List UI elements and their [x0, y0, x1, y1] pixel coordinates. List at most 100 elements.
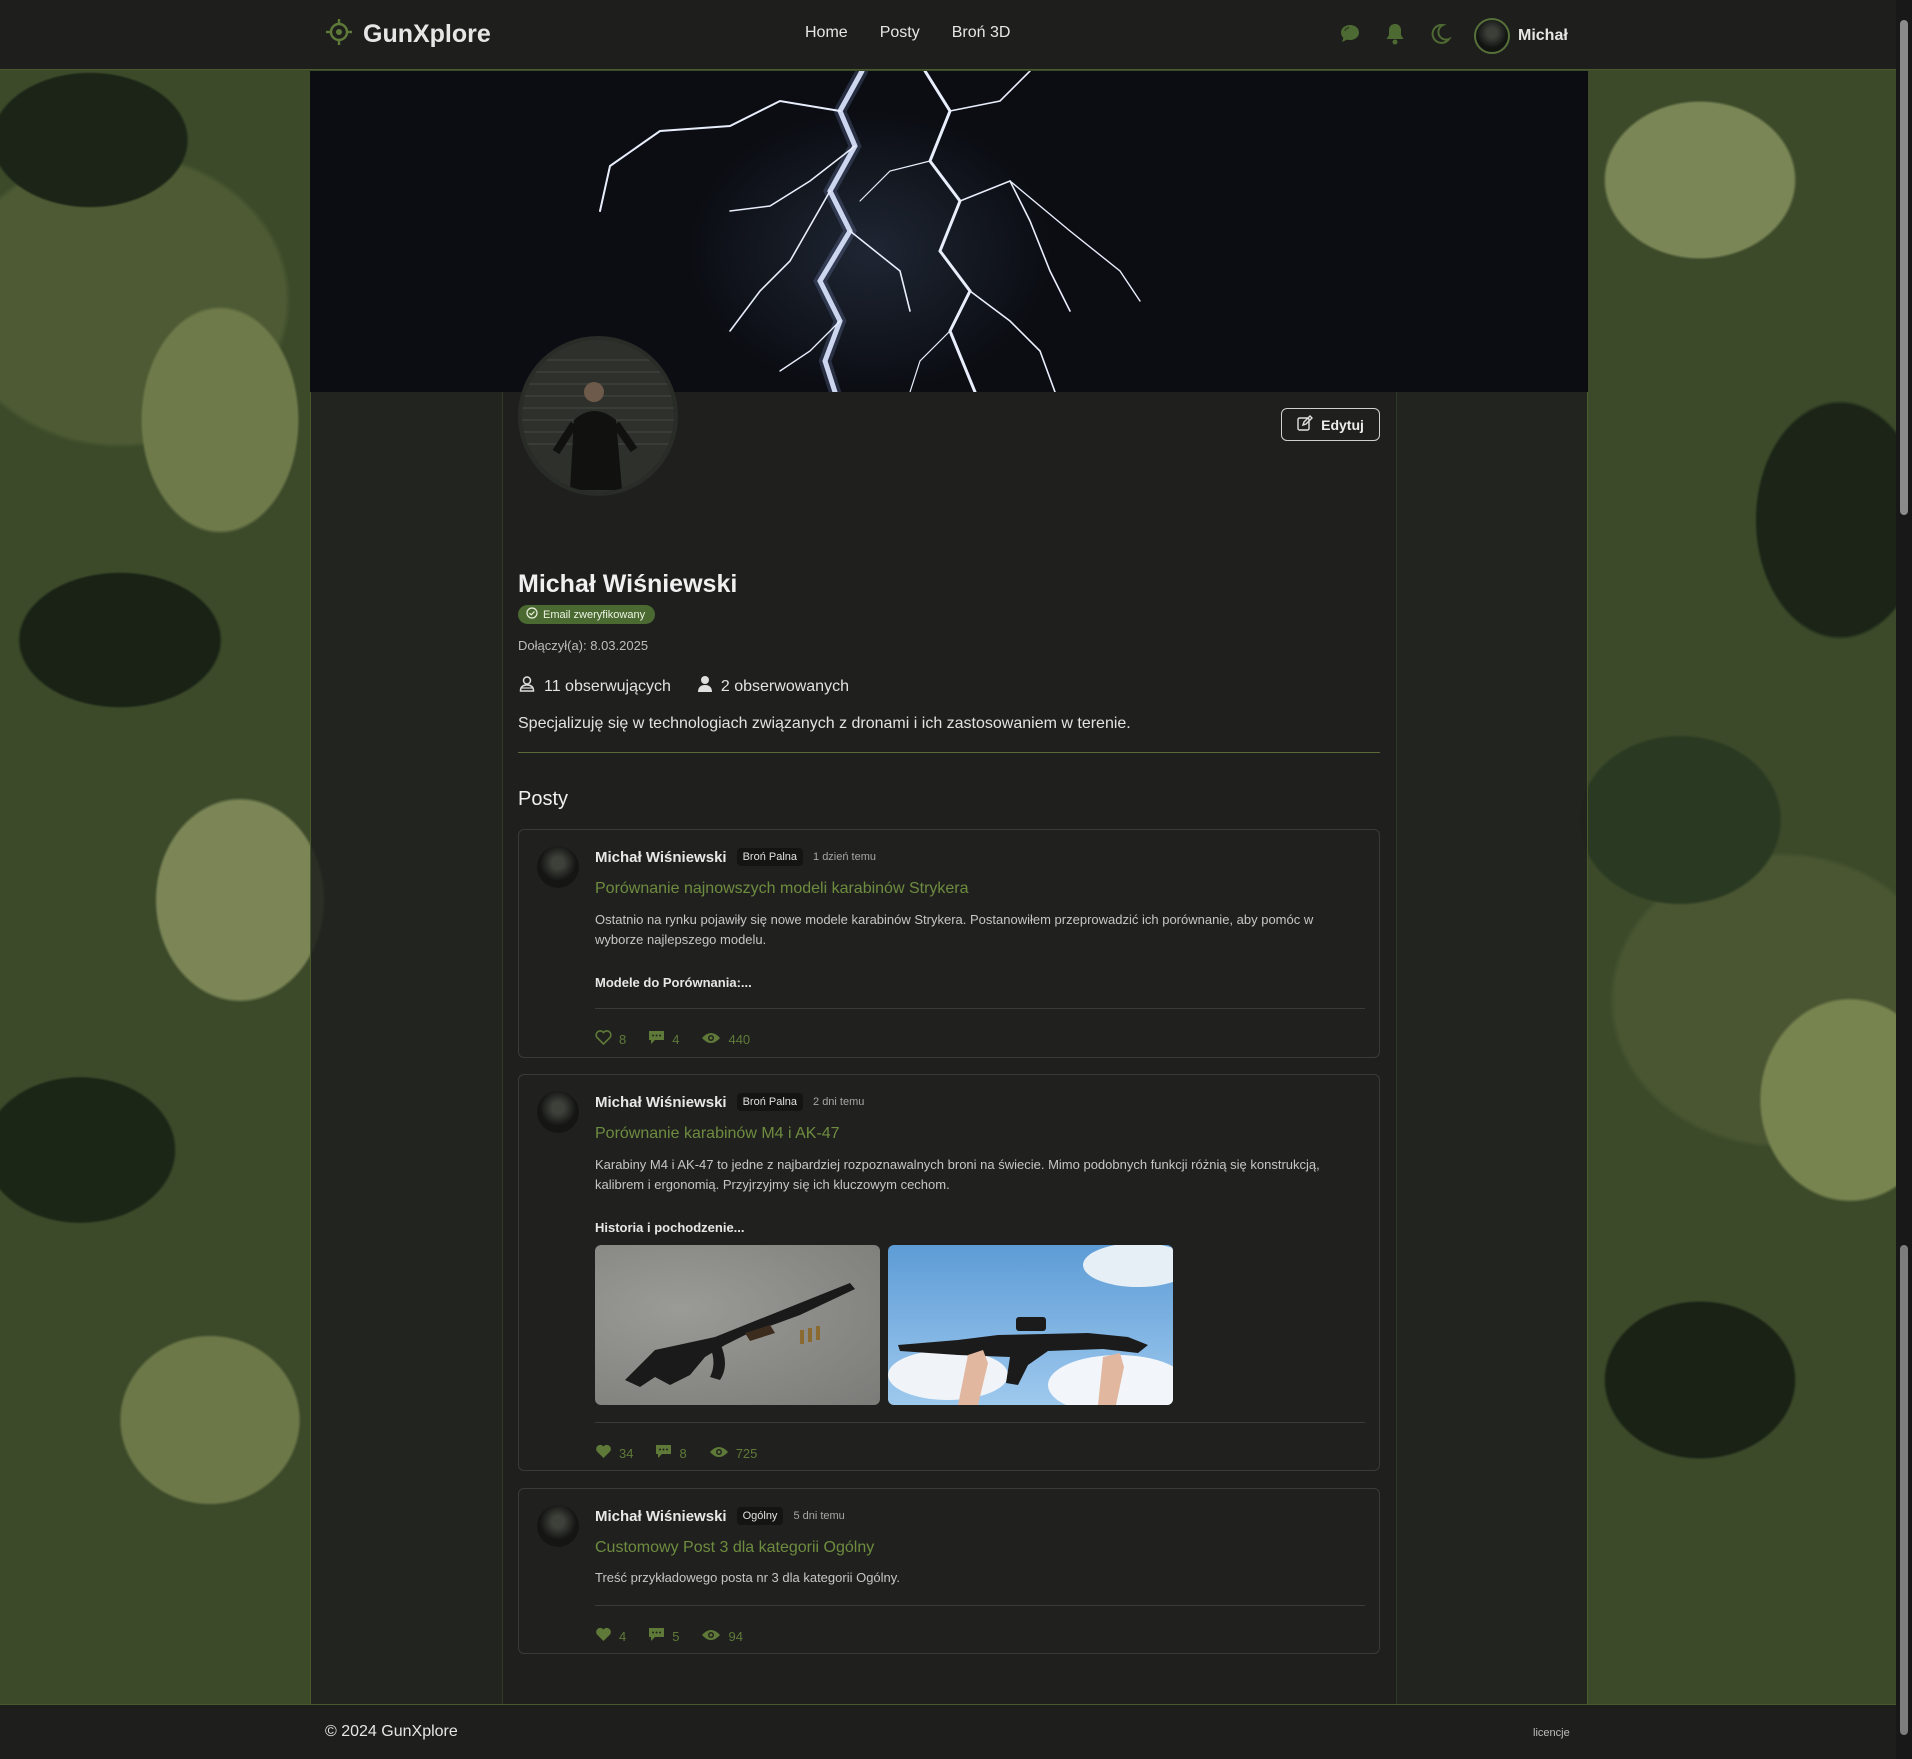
- profile-bio: Specjalizuję się w technologiach związan…: [518, 715, 1131, 732]
- m4-image[interactable]: [888, 1245, 1173, 1405]
- comment-count: 4: [672, 1031, 680, 1047]
- following-link[interactable]: 2 obserwowanych: [697, 675, 849, 698]
- bell-icon[interactable]: [1384, 22, 1406, 51]
- post-author[interactable]: Michał Wiśniewski: [595, 1508, 727, 1525]
- post-header: Michał Wiśniewski Broń Palna 1 dzień tem…: [595, 848, 876, 866]
- post-gallery: [595, 1245, 1175, 1405]
- posts-section-title: Posty: [518, 788, 569, 810]
- post-divider: [595, 1422, 1365, 1423]
- post-title[interactable]: Porównanie karabinów M4 i AK-47: [595, 1125, 840, 1143]
- eye-icon: [709, 1445, 729, 1462]
- like-button[interactable]: 4: [595, 1627, 626, 1645]
- post-stats: 34 8 725: [595, 1444, 757, 1462]
- post-category: Broń Palna: [736, 1093, 804, 1111]
- brand-logo[interactable]: GunXplore: [325, 18, 491, 51]
- post-stats: 8 4 440: [595, 1030, 750, 1048]
- post-subheading: Modele do Porównania:...: [595, 975, 752, 990]
- profile-avatar: [518, 336, 678, 496]
- edit-icon: [1297, 415, 1314, 434]
- chat-icon[interactable]: [1338, 22, 1362, 51]
- heart-filled-icon: [595, 1627, 612, 1645]
- like-button[interactable]: 8: [595, 1030, 626, 1048]
- post-card[interactable]: Michał Wiśniewski Broń Palna 1 dzień tem…: [518, 829, 1380, 1058]
- post-excerpt: Karabiny M4 i AK-47 to jedne z najbardzi…: [595, 1157, 1320, 1192]
- post-stats: 4 5 94: [595, 1627, 743, 1645]
- views-stat: 725: [709, 1444, 758, 1462]
- top-navbar: GunXplore Home Posty Broń 3D Michał: [0, 0, 1896, 70]
- followers-count: 11 obserwujących: [544, 677, 671, 695]
- edit-profile-button[interactable]: Edytuj: [1281, 408, 1380, 441]
- footer: © 2024 GunXplore licencje: [0, 1704, 1896, 1759]
- view-count: 440: [728, 1031, 751, 1047]
- licenses-link[interactable]: licencje: [1533, 1727, 1570, 1739]
- badge-label: Email zweryfikowany: [543, 608, 646, 621]
- post-time: 1 dzień temu: [813, 851, 876, 863]
- status-badge: Email zweryfikowany: [518, 605, 656, 624]
- view-count: 725: [735, 1445, 758, 1461]
- post-subheading: Historia i pochodzenie...: [595, 1220, 745, 1235]
- scrollbar-thumb-secondary[interactable]: [1900, 1245, 1908, 1735]
- post-excerpt: Treść przykładowego posta nr 3 dla kateg…: [595, 1570, 900, 1585]
- avatar: [1474, 18, 1510, 54]
- scrollbar[interactable]: [1896, 0, 1912, 1759]
- heart-filled-icon: [595, 1444, 612, 1462]
- moon-icon[interactable]: [1428, 22, 1452, 51]
- post-title[interactable]: Porównanie najnowszych modeli karabinów …: [595, 880, 969, 898]
- post-category: Ogólny: [736, 1507, 784, 1525]
- comment-icon: [648, 1030, 665, 1048]
- post-excerpt: Ostatnio na rynku pojawiły się nowe mode…: [595, 912, 1314, 947]
- like-count: 8: [619, 1031, 627, 1047]
- post-time: 2 dni temu: [813, 1096, 865, 1108]
- nav-gun-3d[interactable]: Broń 3D: [952, 24, 1011, 42]
- lightning-image: [599, 71, 1141, 392]
- post-author[interactable]: Michał Wiśniewski: [595, 849, 727, 866]
- users-icon: [518, 675, 536, 698]
- like-button[interactable]: 34: [595, 1444, 633, 1462]
- post-card[interactable]: Michał Wiśniewski Broń Palna 2 dni temu …: [518, 1074, 1380, 1471]
- post-header: Michał Wiśniewski Broń Palna 2 dni temu: [595, 1093, 864, 1111]
- header-actions: Michał: [1338, 18, 1568, 54]
- post-author-avatar[interactable]: [537, 846, 579, 888]
- eye-icon: [701, 1628, 721, 1645]
- footer-copyright: © 2024 GunXplore: [325, 1723, 458, 1740]
- cover-image: [310, 71, 1588, 392]
- brand-name: GunXplore: [363, 20, 491, 48]
- post-divider: [595, 1605, 1365, 1606]
- edit-profile-label: Edytuj: [1321, 416, 1364, 433]
- like-count: 34: [619, 1445, 634, 1461]
- post-author-avatar[interactable]: [537, 1505, 579, 1547]
- eye-icon: [701, 1031, 721, 1048]
- comment-count: 8: [679, 1445, 687, 1461]
- post-card[interactable]: Michał Wiśniewski Ogólny 5 dni temu Cust…: [518, 1488, 1380, 1654]
- divider: [518, 752, 1380, 753]
- post-title[interactable]: Customowy Post 3 dla kategorii Ogólny: [595, 1539, 874, 1557]
- user-menu-name: Michał: [1518, 27, 1568, 44]
- followers-link[interactable]: 11 obserwujących: [518, 675, 671, 698]
- user-menu[interactable]: Michał: [1474, 18, 1568, 54]
- following-count: 2 obserwowanych: [720, 677, 849, 695]
- check-circle-icon: [526, 607, 538, 622]
- ak47-image[interactable]: [595, 1245, 880, 1405]
- nav-home[interactable]: Home: [805, 24, 848, 42]
- comment-icon: [648, 1627, 665, 1645]
- post-header: Michał Wiśniewski Ogólny 5 dni temu: [595, 1507, 845, 1525]
- main-nav: Home Posty Broń 3D: [805, 24, 1010, 42]
- view-count: 94: [728, 1628, 743, 1644]
- post-divider: [595, 1008, 1365, 1009]
- follow-stats: 11 obserwujących 2 obserwowanych: [518, 675, 849, 698]
- joined-date: Dołączył(a): 8.03.2025: [518, 638, 649, 653]
- nav-posts[interactable]: Posty: [880, 24, 920, 42]
- post-category: Broń Palna: [736, 848, 804, 866]
- views-stat: 440: [701, 1030, 750, 1048]
- post-author-avatar[interactable]: [537, 1091, 579, 1133]
- comment-icon: [655, 1444, 672, 1462]
- user-icon: [697, 675, 713, 698]
- crosshair-icon: [325, 18, 353, 51]
- comment-button[interactable]: 4: [648, 1030, 679, 1048]
- post-time: 5 dni temu: [793, 1510, 845, 1522]
- like-count: 4: [619, 1628, 627, 1644]
- scrollbar-thumb[interactable]: [1900, 20, 1908, 515]
- comment-button[interactable]: 8: [655, 1444, 687, 1462]
- post-author[interactable]: Michał Wiśniewski: [595, 1094, 727, 1111]
- comment-button[interactable]: 5: [648, 1627, 679, 1645]
